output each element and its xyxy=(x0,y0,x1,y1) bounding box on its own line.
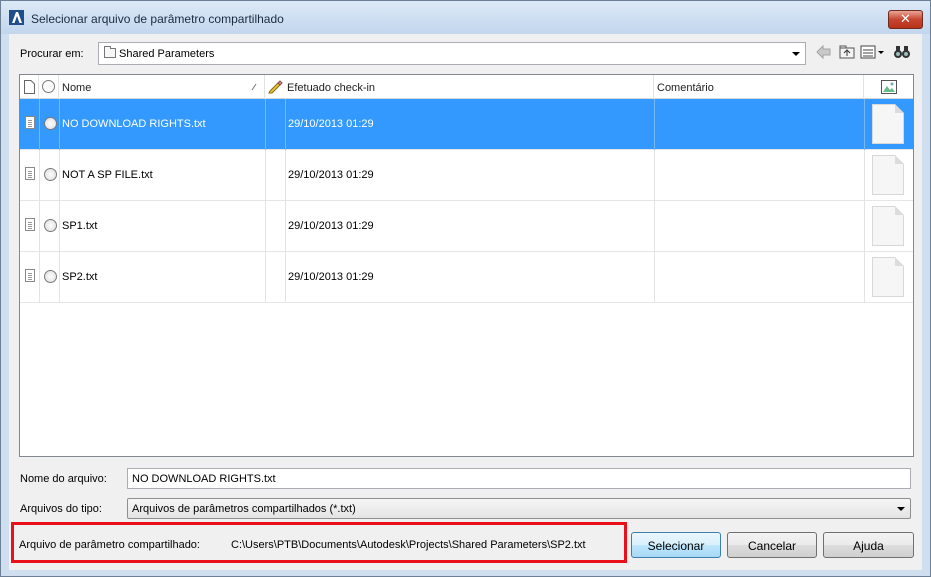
title-bar[interactable]: Selecionar arquivo de parâmetro comparti… xyxy=(1,1,930,34)
chevron-down-icon[interactable] xyxy=(792,52,800,56)
header-comment-label: Comentário xyxy=(657,82,714,94)
filename-label: Nome do arquivo: xyxy=(20,473,107,485)
file-checkin-date: 29/10/2013 01:29 xyxy=(288,271,374,283)
select-button[interactable]: Selecionar xyxy=(631,532,721,558)
file-row[interactable]: NOT A SP FILE.txt 29/10/2013 01:29 xyxy=(20,150,913,201)
cancel-button-label: Cancelar xyxy=(747,539,797,553)
file-name: SP1.txt xyxy=(62,220,98,232)
cancel-button[interactable]: Cancelar xyxy=(727,532,817,558)
close-icon: ✕ xyxy=(900,12,911,27)
select-button-label: Selecionar xyxy=(647,539,705,553)
file-thumbnail xyxy=(872,257,904,297)
header-doc-column[interactable] xyxy=(20,75,39,99)
file-list[interactable]: Nome Efetuado check-in Comentário NO DOW… xyxy=(19,74,914,457)
up-folder-icon[interactable] xyxy=(838,43,856,61)
close-button[interactable]: ✕ xyxy=(888,10,923,29)
shared-file-path: C:\Users\PTB\Documents\Autodesk\Projects… xyxy=(231,539,586,551)
status-radio-icon xyxy=(44,219,57,232)
header-name-column[interactable]: Nome xyxy=(59,75,265,99)
header-comment-column[interactable]: Comentário xyxy=(654,75,864,99)
file-row[interactable]: SP1.txt 29/10/2013 01:29 xyxy=(20,201,913,252)
header-checkin-column[interactable]: Efetuado check-in xyxy=(265,75,654,99)
document-icon xyxy=(25,116,35,129)
dialog-body: Procurar em: Shared Parameters Nome Efet… xyxy=(9,34,922,570)
file-row[interactable]: NO DOWNLOAD RIGHTS.txt 29/10/2013 01:29 xyxy=(20,99,913,150)
chevron-down-icon[interactable] xyxy=(897,507,905,511)
header-checkin-label: Efetuado check-in xyxy=(287,82,376,94)
help-button[interactable]: Ajuda xyxy=(823,532,914,558)
filetype-label: Arquivos do tipo: xyxy=(20,503,102,515)
views-menu-icon[interactable] xyxy=(860,43,886,61)
list-header: Nome Efetuado check-in Comentário xyxy=(20,75,913,99)
filetype-select[interactable]: Arquivos de parâmetros compartilhados (*… xyxy=(127,498,911,519)
status-radio-icon xyxy=(44,117,57,130)
help-button-label: Ajuda xyxy=(853,539,884,553)
document-icon xyxy=(25,269,35,282)
file-checkin-date: 29/10/2013 01:29 xyxy=(288,220,374,232)
status-radio-icon xyxy=(42,80,55,93)
file-name: SP2.txt xyxy=(62,271,98,283)
sort-indicator-icon xyxy=(251,83,257,91)
file-checkin-date: 29/10/2013 01:29 xyxy=(288,118,374,130)
lookin-label: Procurar em: xyxy=(20,48,84,60)
document-icon xyxy=(25,218,35,231)
header-name-label: Nome xyxy=(62,82,92,94)
folder-icon xyxy=(104,46,116,58)
window-title: Selecionar arquivo de parâmetro comparti… xyxy=(31,12,284,26)
file-thumbnail xyxy=(872,206,904,246)
status-radio-icon xyxy=(44,168,57,181)
filename-value: NO DOWNLOAD RIGHTS.txt xyxy=(132,473,276,485)
filetype-value: Arquivos de parâmetros compartilhados (*… xyxy=(132,503,356,515)
lookin-combo[interactable]: Shared Parameters xyxy=(98,42,806,65)
autodesk-app-icon xyxy=(9,10,24,25)
binoculars-icon[interactable] xyxy=(893,43,911,61)
file-thumbnail xyxy=(872,155,904,195)
back-arrow-icon[interactable] xyxy=(815,43,833,61)
file-name: NO DOWNLOAD RIGHTS.txt xyxy=(62,118,206,130)
shared-file-label: Arquivo de parâmetro compartilhado: xyxy=(19,539,200,551)
status-radio-icon xyxy=(44,270,57,283)
file-checkin-date: 29/10/2013 01:29 xyxy=(288,169,374,181)
pencil-checkin-icon xyxy=(268,80,283,94)
image-preview-icon xyxy=(881,80,897,94)
file-row[interactable]: SP2.txt 29/10/2013 01:29 xyxy=(20,252,913,303)
file-name: NOT A SP FILE.txt xyxy=(62,169,153,181)
document-icon xyxy=(25,167,35,180)
document-icon xyxy=(24,80,35,94)
dialog-window: Selecionar arquivo de parâmetro comparti… xyxy=(0,0,931,577)
filename-input[interactable]: NO DOWNLOAD RIGHTS.txt xyxy=(127,468,911,489)
header-status-column[interactable] xyxy=(39,75,59,99)
header-preview-column[interactable] xyxy=(864,75,913,99)
file-thumbnail xyxy=(872,104,904,144)
lookin-value: Shared Parameters xyxy=(119,48,215,60)
